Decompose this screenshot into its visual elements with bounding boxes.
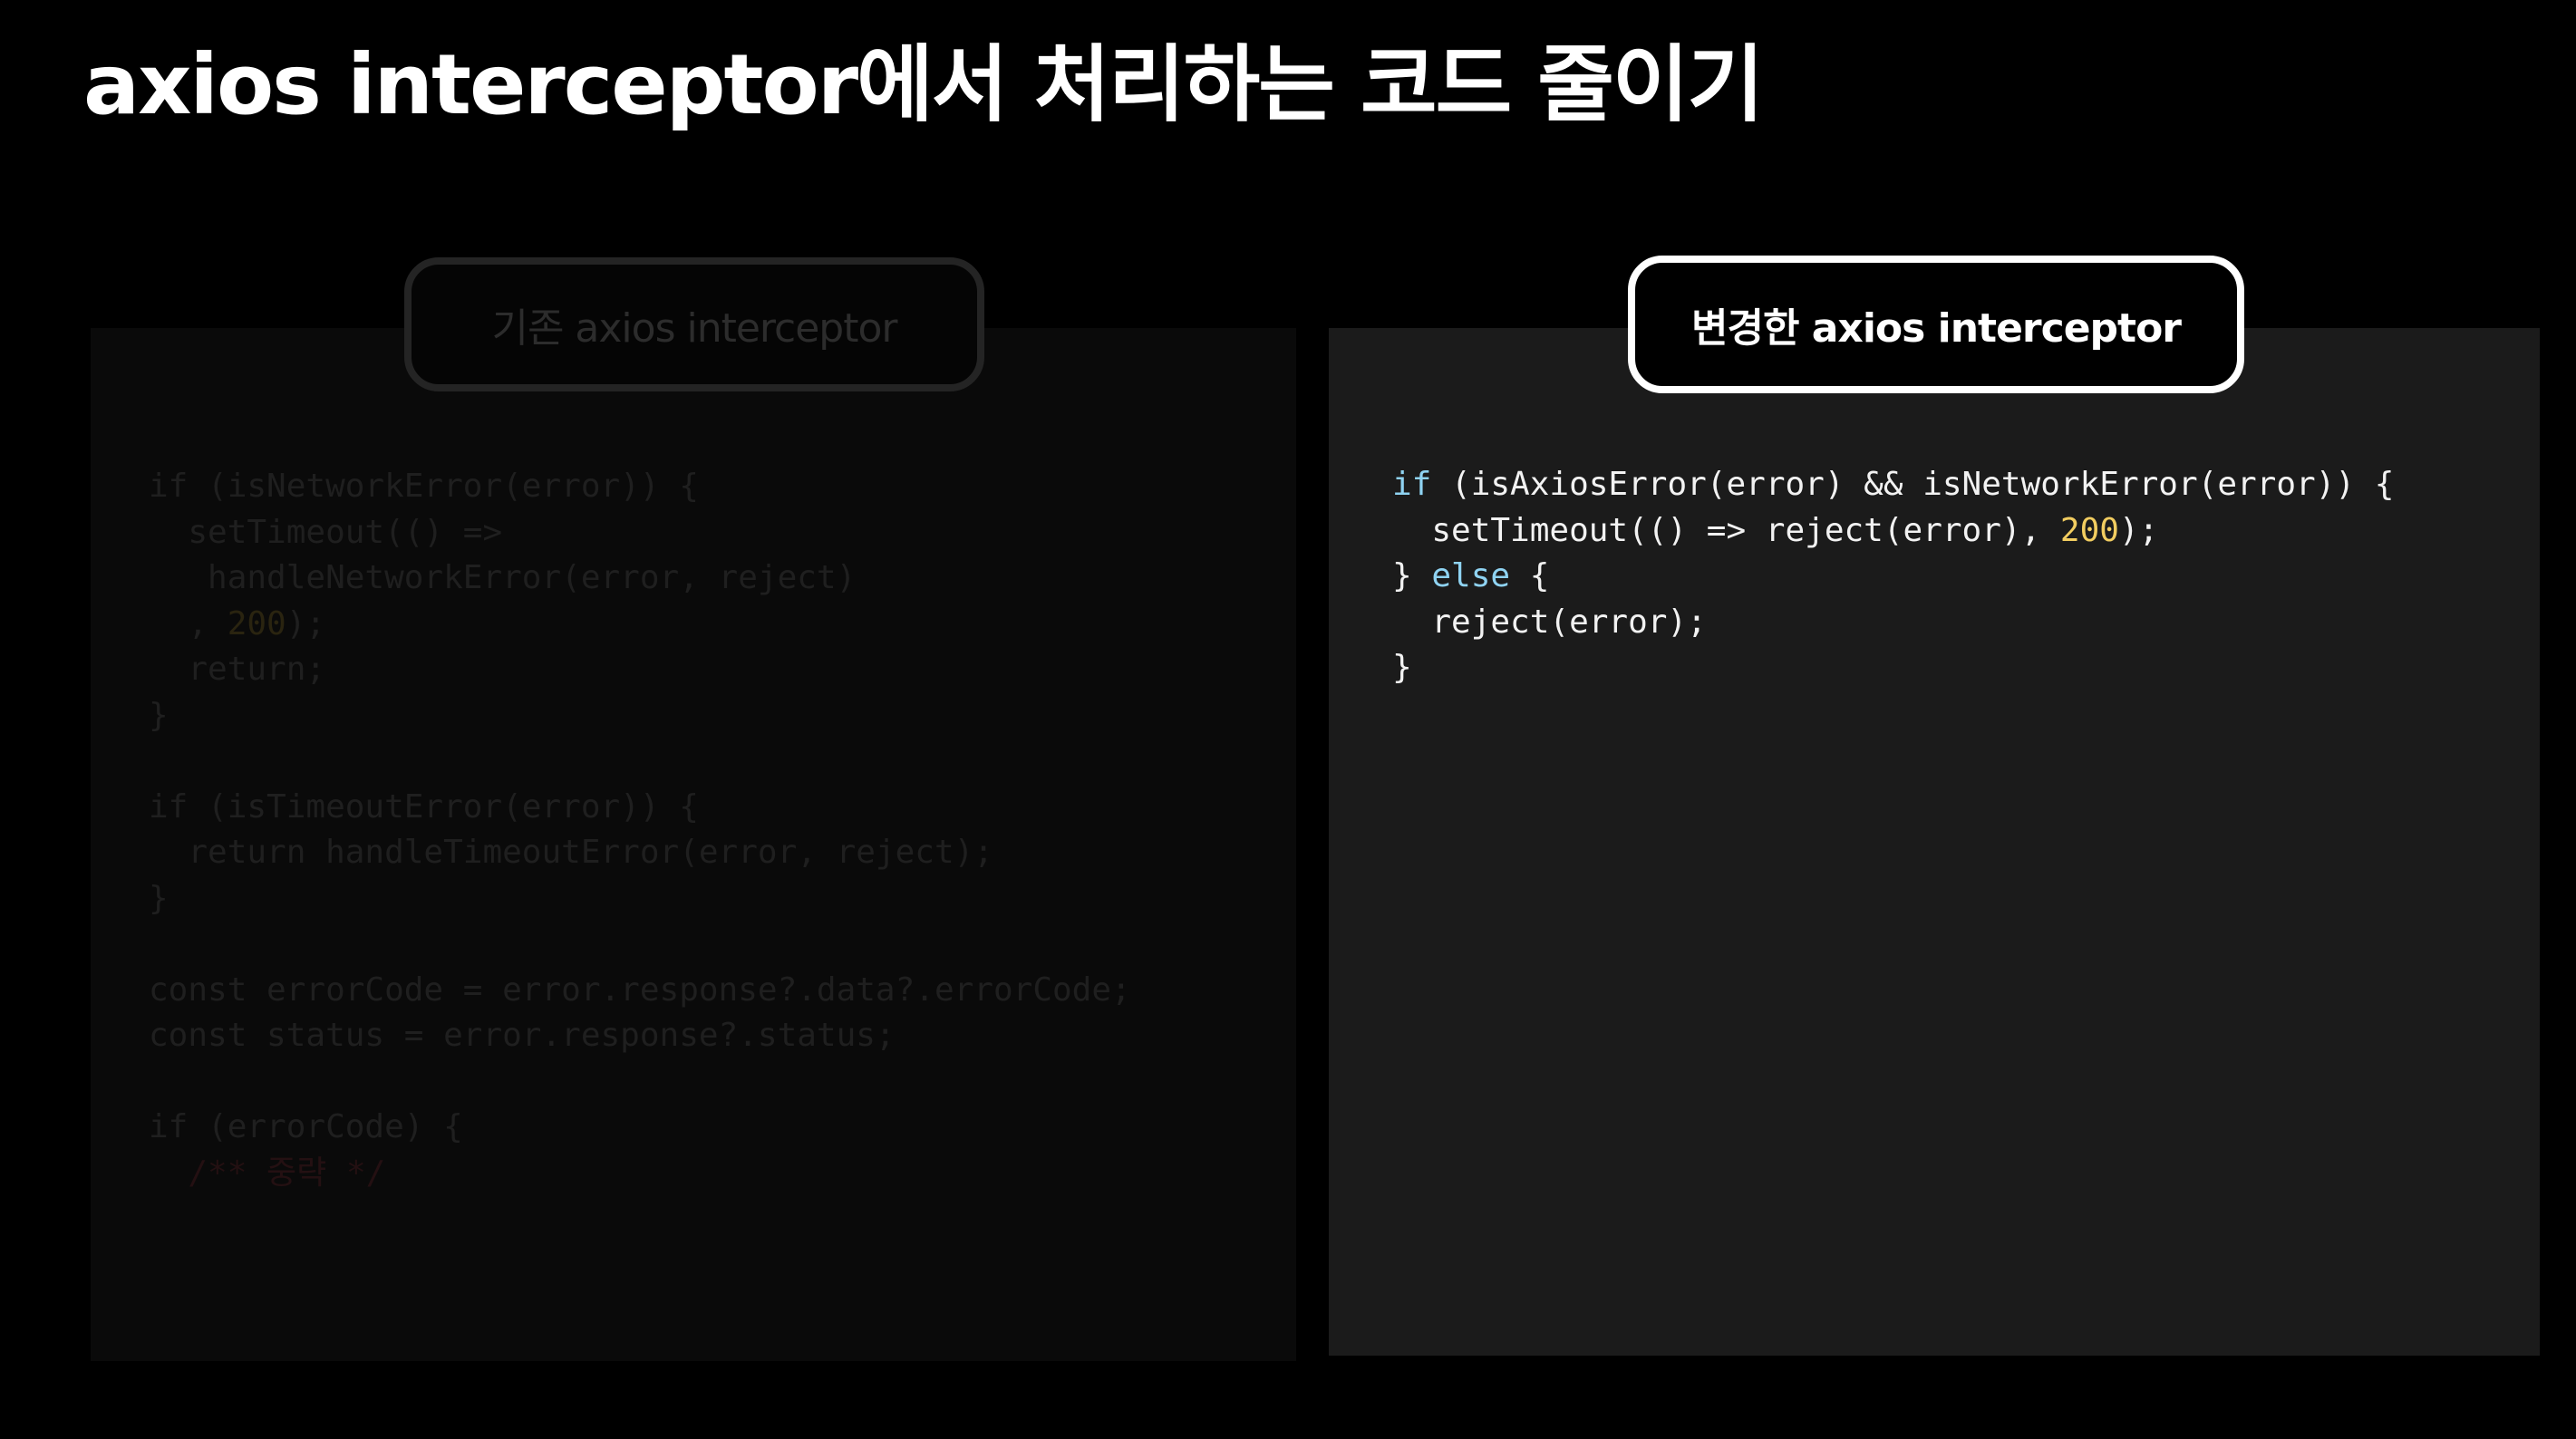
code-number: 200 [2059, 511, 2119, 549]
code-token: setTimeout(() => reject(error), [1392, 511, 2060, 549]
code-keyword: if [1392, 466, 1432, 503]
code-token: { [1510, 557, 1550, 594]
code-token: if (isNetworkError(error)) { [149, 468, 699, 505]
changed-code-block: if (isAxiosError(error) && isNetworkErro… [1392, 462, 2394, 691]
code-line: setTimeout(() => [149, 510, 1131, 556]
code-line: /** 중략 */ [149, 1151, 1131, 1197]
code-token: return handleTimeoutError(error, reject)… [149, 834, 993, 871]
code-line: } [149, 693, 1131, 739]
code-line: if (isAxiosError(error) && isNetworkErro… [1392, 462, 2394, 508]
code-line: const status = error.response?.status; [149, 1013, 1131, 1059]
code-token: reject(error); [1392, 603, 1707, 641]
code-line: if (isTimeoutError(error)) { [149, 785, 1131, 831]
code-keyword: else [1431, 557, 1511, 594]
code-token: handleNetworkError(error, reject) [149, 559, 857, 596]
code-line: handleNetworkError(error, reject) [149, 555, 1131, 602]
previous-interceptor-label: 기존 axios interceptor [404, 257, 984, 391]
previous-code-block: if (isNetworkError(error)) { setTimeout(… [149, 464, 1131, 1196]
code-line: reject(error); [1392, 600, 2394, 646]
code-token: const status = error.response?.status; [149, 1017, 896, 1054]
code-token: ); [2118, 511, 2159, 549]
code-line: return handleTimeoutError(error, reject)… [149, 830, 1131, 876]
code-token: if (isTimeoutError(error)) { [149, 787, 699, 826]
code-line: } [1392, 645, 2394, 691]
code-line: } else { [1392, 554, 2394, 600]
code-line: const errorCode = error.response?.data?.… [149, 968, 1131, 1014]
code-number: 200 [227, 604, 286, 642]
code-comment: /** 중략 */ [149, 1154, 386, 1192]
code-token: if (errorCode) { [149, 1108, 463, 1145]
code-token: } [1392, 649, 1412, 686]
code-line: setTimeout(() => reject(error), 200); [1392, 508, 2394, 555]
code-token: } [149, 879, 169, 917]
code-line: } [149, 876, 1131, 922]
code-line: if (isNetworkError(error)) { [149, 464, 1131, 510]
code-line: , 200); [149, 602, 1131, 648]
code-token: const errorCode = error.response?.data?.… [149, 971, 1131, 1009]
code-token: return; [149, 651, 326, 688]
code-line: if (errorCode) { [149, 1105, 1131, 1151]
slide-title: axios interceptor에서 처리하는 코드 줄이기 [83, 36, 1764, 133]
code-token: , [149, 604, 228, 642]
code-token: } [1392, 557, 1432, 594]
code-token: setTimeout(() => [149, 513, 503, 551]
code-token: } [149, 696, 169, 734]
code-token: ); [286, 604, 326, 642]
code-line: return; [149, 647, 1131, 693]
changed-interceptor-label: 변경한 axios interceptor [1628, 256, 2244, 393]
code-token: (isAxiosError(error) && isNetworkError(e… [1431, 466, 2395, 503]
